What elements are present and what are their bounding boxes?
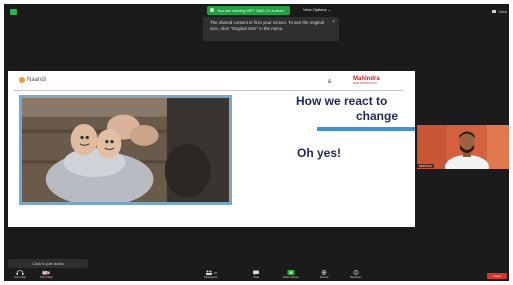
record-label: Record [320,276,329,279]
slide-photo [19,95,232,205]
participants-button[interactable]: 10 Participants [204,270,218,279]
header-divider [14,90,404,91]
shared-slide: Naandi & Mahindra RISE FOUNDATION How we… [8,71,415,227]
participant-name: MRITHUL [417,164,435,168]
grid-view-icon [492,10,497,13]
reactions-icon [353,270,359,275]
participants-icon [205,270,212,275]
fit-screen-tooltip: The shared content is fit to your screen… [203,17,339,41]
close-icon[interactable]: × [332,19,335,25]
join-audio-prompt[interactable]: Click to join audio [8,259,88,268]
share-screen-label: Share Screen [283,276,299,279]
start-video-button[interactable]: Start Video [40,270,53,279]
video-camera-icon [42,270,51,275]
slide-subtitle: Oh yes! [297,146,342,160]
headphones-icon [16,270,24,275]
screen-share-banner: You are viewing MPT 1665 1's screen [207,6,290,15]
mahindra-logo: Mahindra RISE FOUNDATION [353,76,380,85]
view-options-button[interactable]: View Options ⌄ [303,7,331,12]
share-screen-button[interactable]: Share Screen [283,270,299,279]
title-accent-bar [317,127,415,131]
child-hands-photo [22,98,229,202]
reactions-label: Reactions [350,276,362,279]
participant-video-tile[interactable]: MRITHUL [417,125,509,169]
meeting-window: You are viewing MPT 1665 1's screen View… [4,4,509,281]
tooltip-text: The shared content is fit to your screen… [210,20,324,31]
participants-count: 10 [213,270,217,275]
participant-video-feed [417,125,509,169]
view-button[interactable]: View [492,9,507,14]
mahindra-logo-sub: RISE FOUNDATION [353,82,377,85]
share-status-dot-icon [210,8,214,12]
slide-title-line1: How we react to [296,94,388,108]
security-shield-icon[interactable] [10,9,17,15]
join-audio-button[interactable]: Join Audio [14,270,26,279]
naandi-logo: Naandi [19,77,46,83]
chat-button[interactable]: Chat [252,270,260,279]
naandi-logo-icon [19,77,25,83]
chat-icon [253,270,259,275]
slide-title-line2: change [356,109,399,123]
share-screen-icon [287,270,295,275]
slide-small-mark: & [328,79,332,85]
reactions-button[interactable]: Reactions [350,270,362,279]
record-button[interactable]: Record [320,270,328,279]
record-icon [321,270,327,275]
naandi-logo-text: Naandi [27,77,47,83]
leave-button[interactable]: Leave [487,273,507,279]
start-video-label: Start Video [40,276,53,279]
participants-label: Participants [204,276,218,279]
share-banner-text: You are viewing MPT 1665 1's screen [217,8,284,13]
view-button-label: View [498,9,507,14]
join-audio-label: Join Audio [14,276,26,279]
chat-label: Chat [253,276,259,279]
